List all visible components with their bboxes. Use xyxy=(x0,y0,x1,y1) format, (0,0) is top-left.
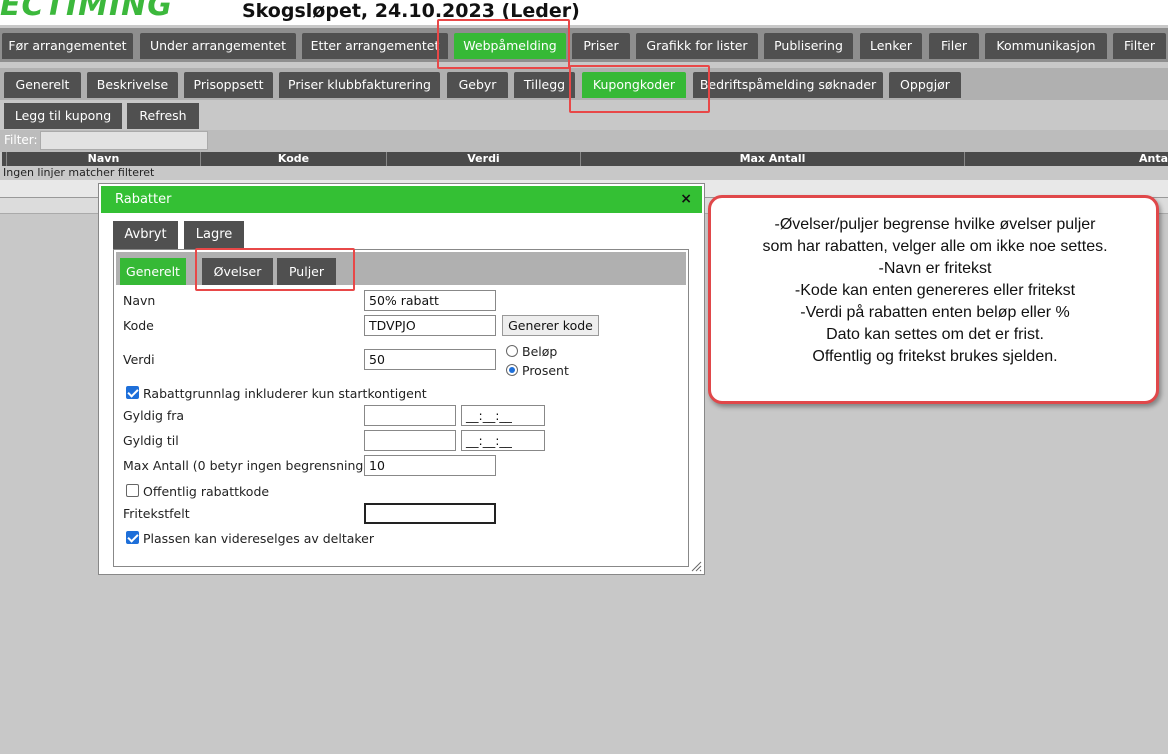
dialog-tab-ovelser[interactable]: Øvelser xyxy=(202,258,273,285)
add-coupon-button[interactable]: Legg til kupong xyxy=(4,103,122,129)
filter-bar: Filter: xyxy=(0,130,1168,152)
prosent-label: Prosent xyxy=(522,363,569,378)
save-button[interactable]: Lagre xyxy=(184,221,244,249)
gyldig-fra-date[interactable] xyxy=(364,405,456,426)
resize-handle-icon[interactable] xyxy=(690,560,702,572)
dialog-tab-generelt[interactable]: Generelt xyxy=(120,258,186,285)
tab-grafikk-for-lister[interactable]: Grafikk for lister xyxy=(636,33,758,59)
gyldig-til-date[interactable] xyxy=(364,430,456,451)
callout-line: Dato kan settes om det er frist. xyxy=(826,326,1044,343)
top-header: ECTIMING Skogsløpet, 24.10.2023 (Leder) xyxy=(0,0,1168,25)
cancel-button[interactable]: Avbryt xyxy=(113,221,178,249)
gyldig-til-label: Gyldig til xyxy=(123,433,179,448)
callout-line: -Verdi på rabatten enten beløp eller % xyxy=(800,304,1070,321)
callout-line: -Øvelser/puljer begrense hvilke øvelser … xyxy=(774,216,1096,233)
annotation-callout: -Øvelser/puljer begrense hvilke øvelser … xyxy=(708,195,1159,404)
public-label: Offentlig rabattkode xyxy=(143,484,270,499)
refresh-button[interactable]: Refresh xyxy=(127,103,199,129)
prosent-radio[interactable] xyxy=(506,364,518,376)
table-header: Navn Kode Verdi Max Antall Anta xyxy=(2,152,1168,166)
subtab-oppgjor[interactable]: Oppgjør xyxy=(889,72,961,98)
max-antall-label: Max Antall (0 betyr ingen begrensning) xyxy=(123,458,369,473)
dialog-titlebar: Rabatter × xyxy=(101,186,702,213)
verdi-field[interactable]: 50 xyxy=(364,349,496,370)
tab-kommunikasjon[interactable]: Kommunikasjon xyxy=(985,33,1107,59)
belop-label: Beløp xyxy=(522,344,558,359)
page-title: Skogsløpet, 24.10.2023 (Leder) xyxy=(242,0,580,22)
gyldig-til-time[interactable]: __:__:__ xyxy=(461,430,545,451)
sub-nav: Generelt Beskrivelse Prisoppsett Priser … xyxy=(0,68,1168,100)
subtab-beskrivelse[interactable]: Beskrivelse xyxy=(87,72,178,98)
column-verdi[interactable]: Verdi xyxy=(386,152,580,166)
max-antall-field[interactable]: 10 xyxy=(364,455,496,476)
subtab-tillegg[interactable]: Tillegg xyxy=(514,72,575,98)
main-nav: Før arrangementet Under arrangementet Et… xyxy=(0,28,1168,62)
callout-line: Offentlig og fritekst brukes sjelden. xyxy=(812,348,1058,365)
basis-checkbox[interactable] xyxy=(126,386,139,399)
callout-text: -Øvelser/puljer begrense hvilke øvelser … xyxy=(719,214,1151,368)
subtab-kupongkoder[interactable]: Kupongkoder xyxy=(582,72,686,98)
dialog-tab-puljer[interactable]: Puljer xyxy=(277,258,336,285)
toolbar: Legg til kupong Refresh xyxy=(0,101,1168,130)
public-checkbox[interactable] xyxy=(126,484,139,497)
tab-filter[interactable]: Filter xyxy=(1113,33,1166,59)
kode-label: Kode xyxy=(123,318,154,333)
subtab-priser-klubbfakturering[interactable]: Priser klubbfakturering xyxy=(279,72,440,98)
fritekst-field[interactable] xyxy=(364,503,496,524)
tab-etter-arrangementet[interactable]: Etter arrangementet xyxy=(302,33,448,59)
basis-label: Rabattgrunnlag inkluderer kun startkonti… xyxy=(143,386,427,401)
verdi-label: Verdi xyxy=(123,352,155,367)
tab-filer[interactable]: Filer xyxy=(929,33,979,59)
tab-priser[interactable]: Priser xyxy=(572,33,630,59)
empty-table-message: Ingen linjer matcher filteret xyxy=(3,166,155,179)
belop-radio[interactable] xyxy=(506,345,518,357)
tab-lenker[interactable]: Lenker xyxy=(860,33,922,59)
callout-line: -Navn er fritekst xyxy=(878,260,992,277)
tab-webpamelding[interactable]: Webpåmelding xyxy=(454,33,566,59)
generate-code-button[interactable]: Generer kode xyxy=(502,315,599,336)
subtab-gebyr[interactable]: Gebyr xyxy=(447,72,508,98)
navn-label: Navn xyxy=(123,293,156,308)
column-kode[interactable]: Kode xyxy=(200,152,386,166)
tab-for-arrangementet[interactable]: Før arrangementet xyxy=(2,33,133,59)
navn-field[interactable]: 50% rabatt xyxy=(364,290,496,311)
column-antall[interactable]: Anta xyxy=(964,152,1168,166)
callout-line: som har rabatten, velger alle om ikke no… xyxy=(762,238,1108,255)
dialog-title: Rabatter xyxy=(115,192,172,207)
column-max-antall[interactable]: Max Antall xyxy=(580,152,964,166)
subtab-prisoppsett[interactable]: Prisoppsett xyxy=(184,72,273,98)
dialog-tabs: Generelt Øvelser Puljer xyxy=(116,252,686,285)
gyldig-fra-time[interactable]: __:__:__ xyxy=(461,405,545,426)
logo: ECTIMING xyxy=(0,0,173,23)
filter-input[interactable] xyxy=(40,131,208,150)
fritekst-label: Fritekstfelt xyxy=(123,506,190,521)
rabatter-dialog: Rabatter × Avbryt Lagre Generelt Øvelser… xyxy=(98,183,705,575)
tab-publisering[interactable]: Publisering xyxy=(764,33,853,59)
gyldig-fra-label: Gyldig fra xyxy=(123,408,185,423)
resell-label: Plassen kan videreselges av deltaker xyxy=(143,531,375,546)
close-icon[interactable]: × xyxy=(680,186,692,213)
callout-line: -Kode kan enten genereres eller fritekst xyxy=(794,282,1076,299)
resell-checkbox[interactable] xyxy=(126,531,139,544)
kode-field[interactable]: TDVPJO xyxy=(364,315,496,336)
subtab-generelt[interactable]: Generelt xyxy=(4,72,81,98)
filter-label: Filter: xyxy=(4,133,38,147)
column-navn[interactable]: Navn xyxy=(6,152,200,166)
tab-under-arrangementet[interactable]: Under arrangementet xyxy=(140,33,296,59)
subtab-bedriftspamelding-soknader[interactable]: Bedriftspåmelding søknader xyxy=(693,72,883,98)
